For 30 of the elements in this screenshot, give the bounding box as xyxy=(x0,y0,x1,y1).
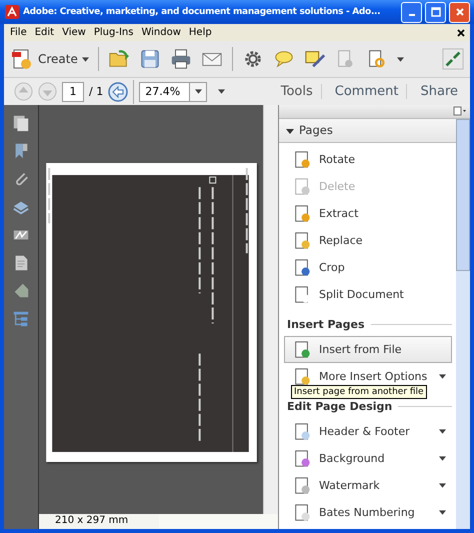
menu-item[interactable]: Edit xyxy=(32,27,60,38)
menu-item[interactable]: View xyxy=(59,27,91,38)
tool-item[interactable]: Crop xyxy=(279,254,456,281)
menu-item[interactable]: Window xyxy=(138,27,186,38)
zoom-field[interactable]: 27.4% xyxy=(139,82,190,102)
page-number-field[interactable]: 1 xyxy=(62,82,84,102)
page-size-label: 210 x 297 mm xyxy=(54,514,130,528)
task-tab[interactable]: Comment xyxy=(320,84,406,99)
window-title: Adobe: Creative, marketing, and document management solutions - Ado... xyxy=(23,7,382,17)
tool-item[interactable]: Insert from File xyxy=(284,336,452,363)
tooltip: Insert page from another file xyxy=(291,385,427,399)
section-title: Insert Pages xyxy=(287,318,365,330)
tool-item[interactable]: Rotate xyxy=(279,146,456,173)
task-tab[interactable]: Share xyxy=(406,84,466,99)
tool-item[interactable]: Bates Numbering xyxy=(279,499,456,526)
create-button[interactable]: Create xyxy=(10,47,89,71)
tool-item[interactable]: Extract xyxy=(279,200,456,227)
menu-item[interactable]: Help xyxy=(186,27,217,38)
section-title: Pages xyxy=(299,122,333,139)
section-title: Edit Page Design xyxy=(287,400,392,412)
tool-item[interactable]: Split Document xyxy=(279,281,456,308)
page-count: / 1 xyxy=(89,85,104,98)
tool-item[interactable]: Watermark xyxy=(279,472,456,499)
task-tab[interactable]: Tools xyxy=(268,84,321,99)
tool-item[interactable]: Header & Footer xyxy=(279,418,456,445)
section-header[interactable]: Pages xyxy=(279,119,456,143)
menu-item[interactable]: File xyxy=(7,27,32,38)
menu-item[interactable]: Plug-Ins xyxy=(90,27,138,38)
tool-item[interactable]: Replace xyxy=(279,227,456,254)
tool-item[interactable]: Background xyxy=(279,445,456,472)
